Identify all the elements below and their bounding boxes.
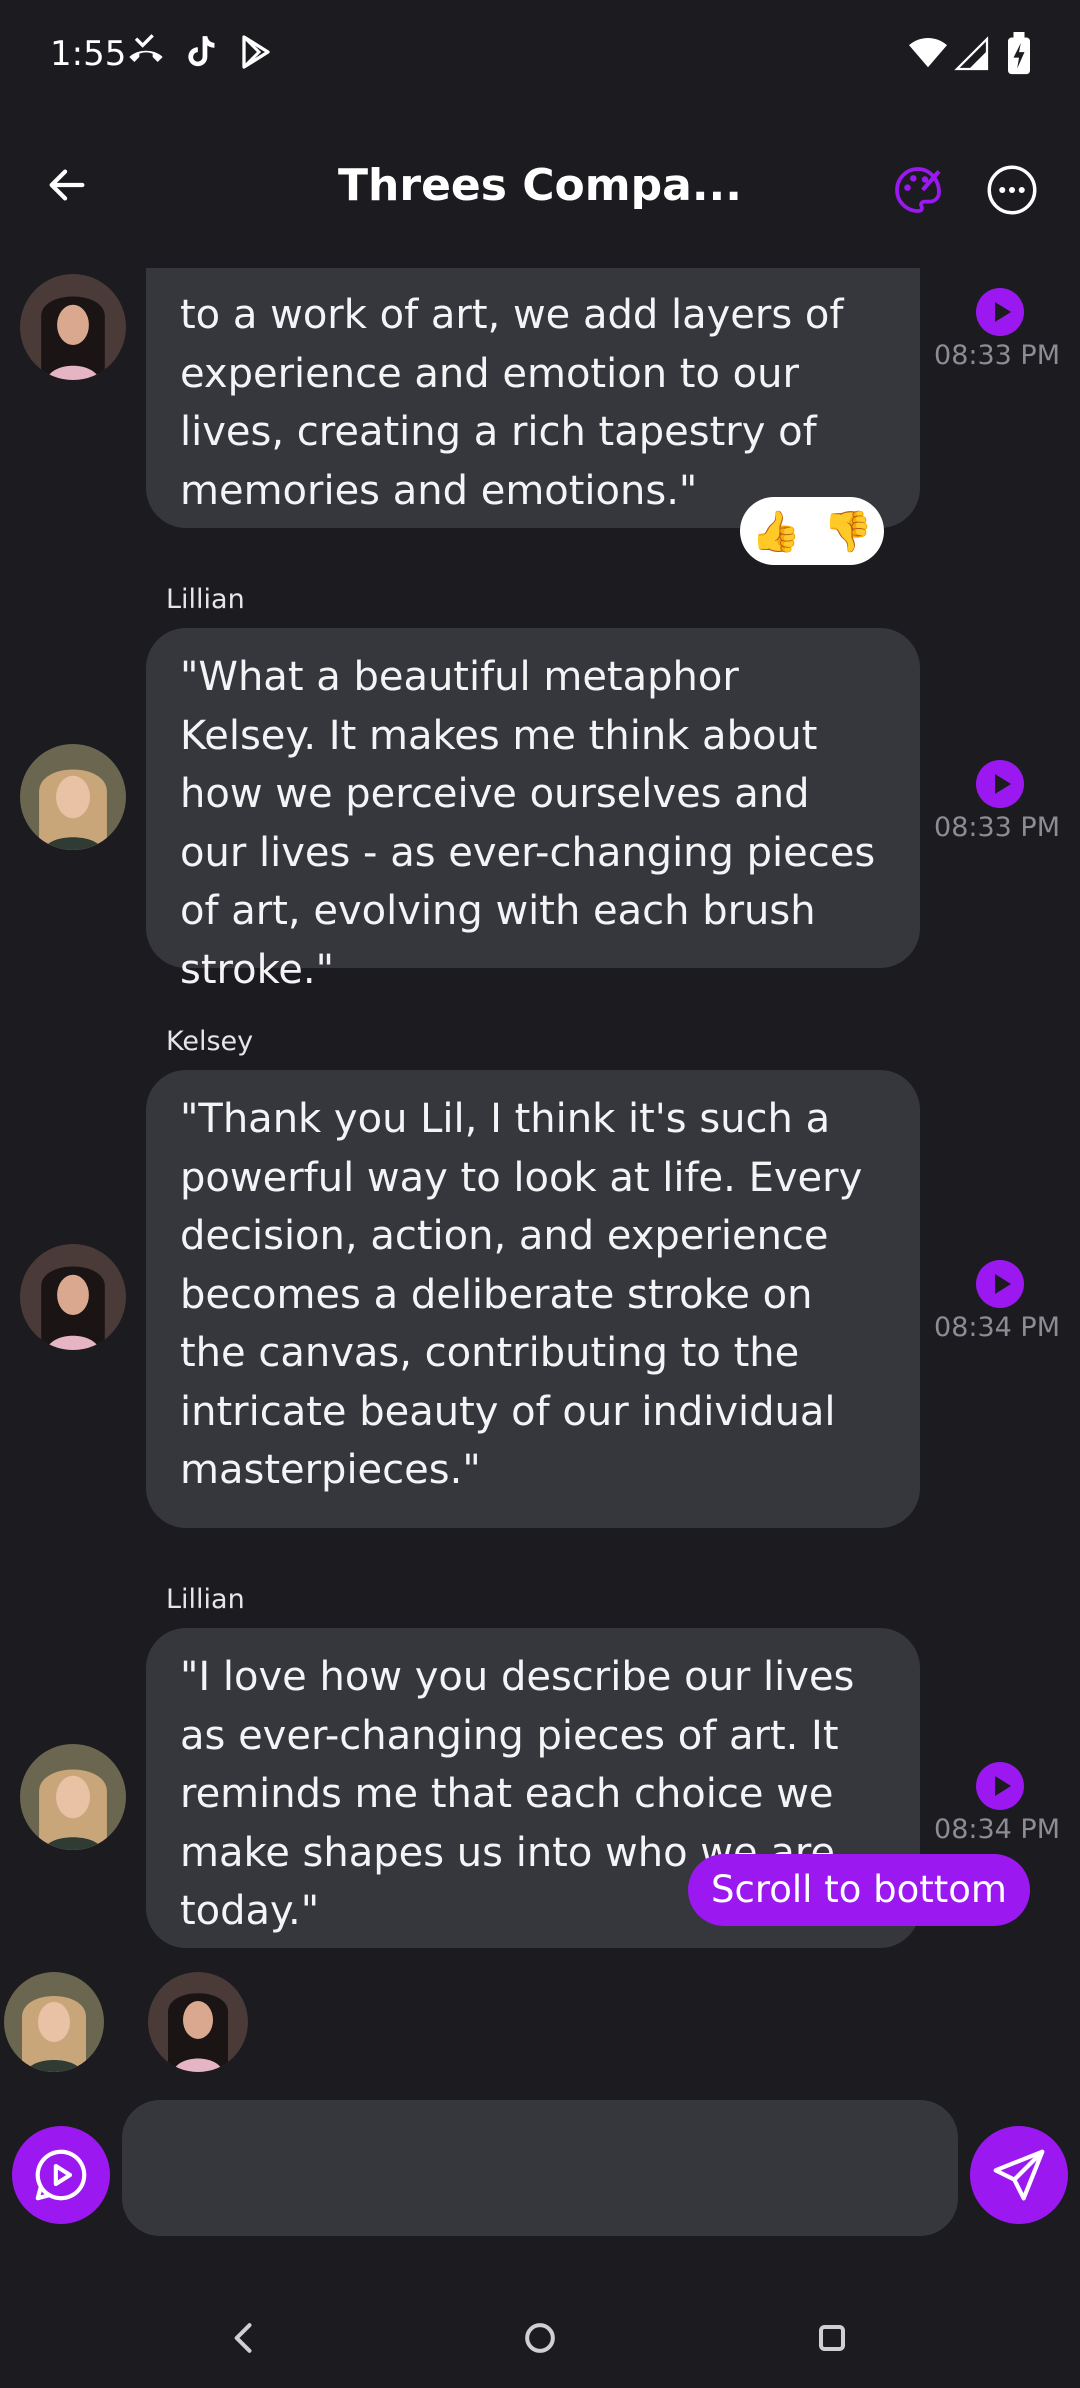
status-time: 1:55 (50, 34, 127, 74)
battery-charging-icon (1008, 32, 1030, 75)
lillian-avatar[interactable] (20, 744, 126, 850)
chat-play-icon (35, 2149, 87, 2201)
message-time: 08:33 PM (934, 812, 1060, 843)
thumbs-down-icon[interactable]: 👎 (823, 508, 873, 555)
nav-back-icon[interactable] (222, 2316, 266, 2360)
signal-icon (954, 36, 989, 71)
palette-icon (895, 167, 941, 213)
sender-name: Kelsey (166, 1026, 254, 1057)
missed-call-icon (129, 34, 163, 62)
play-audio-button[interactable] (976, 760, 1024, 808)
kelsey-avatar[interactable] (20, 1244, 126, 1350)
sender-name: Lillian (166, 584, 245, 615)
reaction-bar: 👍 👎 (740, 497, 884, 565)
chat-header: Threes Compa... (0, 130, 1080, 250)
play-audio-button[interactable] (976, 1762, 1024, 1810)
tiktok-icon (188, 36, 215, 67)
kelsey-avatar[interactable] (20, 274, 126, 380)
back-arrow-icon (49, 169, 85, 201)
play-audio-button[interactable] (976, 1260, 1024, 1308)
voice-message-button[interactable] (12, 2126, 110, 2224)
nav-recents-icon[interactable] (810, 2316, 854, 2360)
sender-name: Lillian (166, 1584, 245, 1615)
wifi-icon (909, 37, 947, 68)
message-time: 08:33 PM (934, 340, 1060, 371)
chat-title: Threes Compa... (338, 160, 742, 211)
message-item: Lillian "What a beautiful metaphor Kelse… (0, 584, 1080, 993)
lillian-avatar[interactable] (20, 1744, 126, 1850)
message-bubble[interactable]: to a work of art, we add layers of exper… (146, 268, 920, 528)
kelsey-typing-avatar (148, 1972, 248, 2072)
chat-messages[interactable]: to a work of art, we add layers of exper… (0, 268, 1080, 1960)
more-horizontal-icon (987, 165, 1037, 215)
back-button[interactable] (32, 150, 102, 220)
message-item: Kelsey "Thank you Lil, I think it's such… (0, 1026, 1080, 1586)
message-time: 08:34 PM (934, 1312, 1060, 1343)
theme-button[interactable] (882, 154, 954, 226)
message-item: to a work of art, we add layers of exper… (0, 268, 1080, 568)
send-icon (993, 2149, 1045, 2201)
message-input[interactable] (122, 2100, 958, 2236)
lillian-typing-avatar (4, 1972, 104, 2072)
thumbs-up-icon[interactable]: 👍 (751, 508, 801, 555)
play-store-icon (242, 35, 270, 69)
status-bar: 1:55 (0, 0, 1080, 110)
system-nav-bar (0, 2296, 1080, 2388)
scroll-to-bottom-button[interactable]: Scroll to bottom (688, 1854, 1030, 1926)
play-audio-button[interactable] (976, 288, 1024, 336)
nav-home-icon[interactable] (518, 2316, 562, 2360)
send-button[interactable] (970, 2126, 1068, 2224)
message-time: 08:34 PM (934, 1814, 1060, 1845)
message-bubble[interactable]: "Thank you Lil, I think it's such a powe… (146, 1070, 920, 1528)
message-bubble[interactable]: "What a beautiful metaphor Kelsey. It ma… (146, 628, 920, 993)
more-options-button[interactable] (976, 154, 1048, 226)
